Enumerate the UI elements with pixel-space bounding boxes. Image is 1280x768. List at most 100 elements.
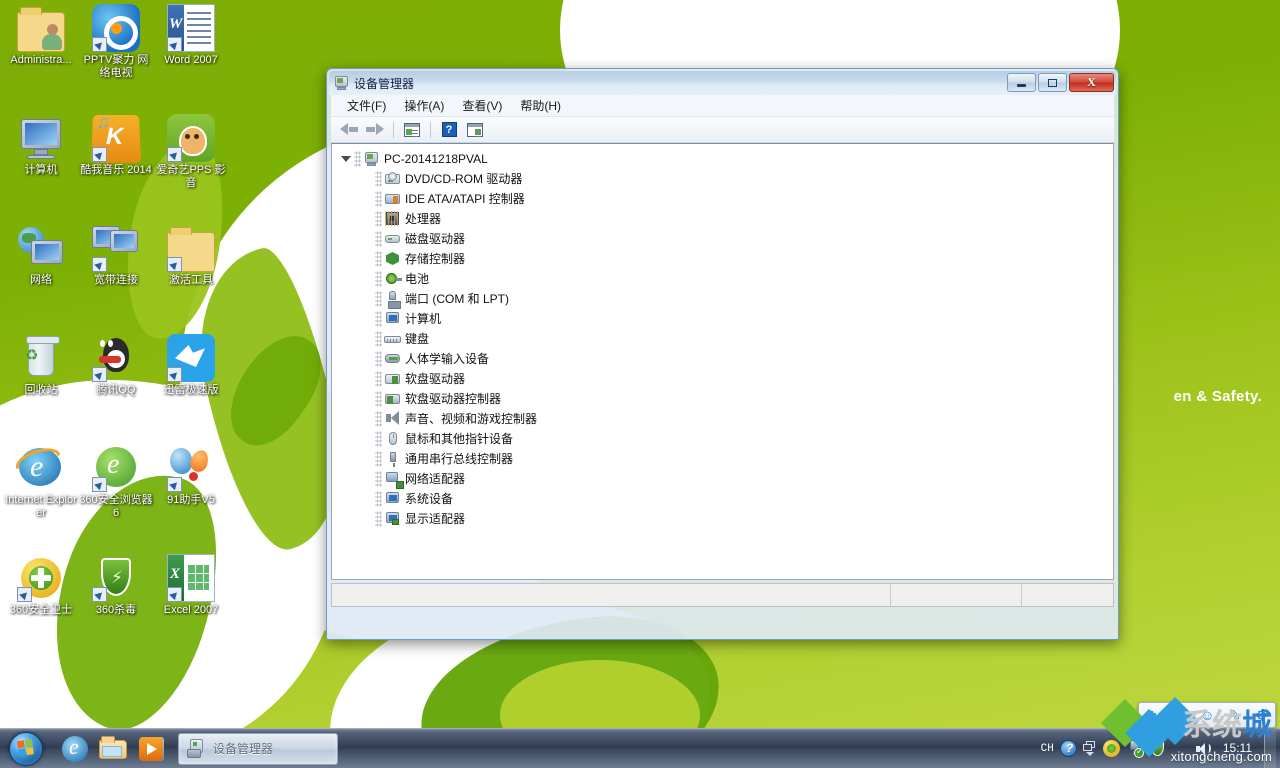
desktop-icon-administrator[interactable]: Administra... [4, 4, 78, 67]
toolbar-show-hide-tree-icon[interactable] [400, 119, 424, 141]
tree-item[interactable]: 软盘驱动器 [340, 369, 1113, 389]
desktop-icon-activation-tool[interactable]: 激活工具 [154, 224, 228, 287]
taskbar-button-device-manager[interactable]: 设备管理器 [178, 733, 338, 765]
desktop-icon-iqiyi-pps[interactable]: 爱奇艺PPS 影音 [154, 114, 228, 190]
desktop-icon-360-safeguard[interactable]: 360安全卫士 [4, 554, 78, 617]
tree-expander-icon[interactable] [361, 373, 374, 386]
tree-item[interactable]: 显示适配器 [340, 509, 1113, 529]
tree-expander-icon[interactable] [361, 473, 374, 486]
desktop-icon-360-browser[interactable]: 360安全浏览器6 [79, 444, 153, 520]
tree-item[interactable]: 声音、视频和游戏控制器 [340, 409, 1113, 429]
desktop-icon-91-assistant[interactable]: 91助手V5 [154, 444, 228, 507]
toolbar-properties-icon[interactable] [463, 119, 487, 141]
device-tree-pane[interactable]: PC-20141218PVALDVD/CD-ROM 驱动器IDE ATA/ATA… [331, 143, 1114, 580]
tray-usb-safely-remove-icon[interactable] [1126, 740, 1143, 757]
desktop-icon-thunder-express[interactable]: 迅雷极速版 [154, 334, 228, 397]
tree-expander-icon[interactable] [361, 293, 374, 306]
tree-item[interactable]: 计算机 [340, 309, 1113, 329]
menu-help[interactable]: 帮助(H) [512, 95, 569, 116]
tree-item[interactable]: 存储控制器 [340, 249, 1113, 269]
taskbar-clock[interactable]: 15:11 [1223, 742, 1252, 755]
tree-item[interactable]: 人体学输入设备 [340, 349, 1113, 369]
desktop-icon-recycle-bin[interactable]: ♻回收站 [4, 334, 78, 397]
start-button[interactable] [2, 730, 50, 768]
tree-item[interactable]: 通用串行总线控制器 [340, 449, 1113, 469]
desktop-icon-word-2007[interactable]: WWord 2007 [154, 4, 228, 67]
tray-network-icon[interactable] [1172, 740, 1189, 757]
menu-bar[interactable]: 文件(F) 操作(A) 查看(V) 帮助(H) [331, 95, 1114, 117]
tree-item[interactable]: DVD/CD-ROM 驱动器 [340, 169, 1113, 189]
ime-toolbar[interactable]: ✿ 中 ☺ ✎ ⚙ [1138, 702, 1276, 728]
tree-expander-icon[interactable] [361, 413, 374, 426]
menu-view[interactable]: 查看(V) [454, 95, 510, 116]
tree-expander-icon[interactable] [361, 313, 374, 326]
tree-expander-icon[interactable] [361, 433, 374, 446]
tree-expander-icon[interactable] [340, 153, 353, 166]
tree-item[interactable]: 软盘驱动器控制器 [340, 389, 1113, 409]
taskbar[interactable]: 设备管理器 CH 15:11 [0, 728, 1280, 768]
desktop-icon-kuwo-music[interactable]: ♫酷我音乐 2014 [79, 114, 153, 177]
device-manager-window[interactable]: 设备管理器 X 文件(F) 操作(A) 查看(V) 帮助(H) ? [326, 68, 1119, 640]
quicklaunch-media-player[interactable] [136, 734, 166, 764]
tree-expander-icon[interactable] [361, 393, 374, 406]
desktop-icon-excel-2007[interactable]: XExcel 2007 [154, 554, 228, 617]
toolbar-forward-icon[interactable] [363, 119, 387, 141]
ime-chinese-mode-icon[interactable]: 中 [1172, 708, 1186, 722]
tree-item[interactable]: 网络适配器 [340, 469, 1113, 489]
tree-expander-icon[interactable] [361, 193, 374, 206]
desktop-icon-computer[interactable]: 计算机 [4, 114, 78, 177]
tree-item[interactable]: 处理器 [340, 209, 1113, 229]
tool-bar[interactable]: ? [331, 117, 1114, 143]
ime-handwriting-icon[interactable]: ✎ [1229, 708, 1241, 722]
desktop-icon-360-antivirus[interactable]: 360杀毒 [79, 554, 153, 617]
tree-expander-icon[interactable] [361, 493, 374, 506]
task-list[interactable]: 设备管理器 [178, 733, 338, 765]
device-tree[interactable]: PC-20141218PVALDVD/CD-ROM 驱动器IDE ATA/ATA… [332, 144, 1113, 529]
toolbar-back-icon[interactable] [337, 119, 361, 141]
tree-item[interactable]: 键盘 [340, 329, 1113, 349]
tree-item[interactable]: IDE ATA/ATAPI 控制器 [340, 189, 1113, 209]
minimize-button[interactable] [1007, 73, 1036, 92]
tree-item[interactable]: 端口 (COM 和 LPT) [340, 289, 1113, 309]
desktop-icon-tencent-qq[interactable]: 腾讯QQ [79, 334, 153, 397]
tray-help-icon[interactable] [1060, 740, 1077, 757]
tree-expander-icon[interactable] [361, 253, 374, 266]
tree-expander-icon[interactable] [361, 213, 374, 226]
tree-expander-icon[interactable] [361, 173, 374, 186]
tree-expander-icon[interactable] [361, 273, 374, 286]
ime-emoji-icon[interactable]: ☺ [1200, 708, 1214, 722]
tree-expander-icon[interactable] [361, 233, 374, 246]
tree-expander-icon[interactable] [361, 513, 374, 526]
desktop-icon-broadband-connection[interactable]: 宽带连接 [79, 224, 153, 287]
tray-360-safeguard-icon[interactable] [1103, 740, 1120, 757]
tree-item-label: 网络适配器 [405, 471, 465, 487]
tree-expander-icon[interactable] [361, 453, 374, 466]
desktop-icon-pptv[interactable]: PPTV聚力 网络电视 [79, 4, 153, 80]
show-desktop-button[interactable] [1264, 729, 1276, 768]
tray-language-indicator[interactable]: CH [1041, 743, 1054, 755]
desktop-icon-network[interactable]: 网络 [4, 224, 78, 287]
tree-item[interactable]: 系统设备 [340, 489, 1113, 509]
quick-launch-bar[interactable] [60, 734, 166, 764]
close-button[interactable]: X [1069, 73, 1114, 92]
tray-show-hidden-icons[interactable] [1083, 741, 1097, 756]
window-titlebar[interactable]: 设备管理器 X [329, 71, 1116, 95]
maximize-button[interactable] [1038, 73, 1067, 92]
tree-expander-icon[interactable] [361, 333, 374, 346]
desktop-icon-internet-explorer[interactable]: Internet Explorer [4, 444, 78, 520]
ime-logo-icon[interactable]: ✿ [1146, 709, 1157, 722]
system-tray[interactable]: CH 15:11 [1041, 729, 1280, 768]
ime-settings-icon[interactable]: ⚙ [1255, 708, 1268, 722]
menu-action[interactable]: 操作(A) [396, 95, 452, 116]
tree-item[interactable]: 鼠标和其他指针设备 [340, 429, 1113, 449]
tray-360-antivirus-icon[interactable] [1149, 740, 1166, 757]
tree-expander-icon[interactable] [361, 353, 374, 366]
tree-item[interactable]: 电池 [340, 269, 1113, 289]
menu-file[interactable]: 文件(F) [339, 95, 394, 116]
toolbar-help-icon[interactable]: ? [437, 119, 461, 141]
tree-root-node[interactable]: PC-20141218PVAL [340, 149, 1113, 169]
tray-volume-icon[interactable] [1195, 741, 1213, 757]
quicklaunch-internet-explorer[interactable] [60, 734, 90, 764]
quicklaunch-windows-explorer[interactable] [98, 734, 128, 764]
tree-item[interactable]: 磁盘驱动器 [340, 229, 1113, 249]
